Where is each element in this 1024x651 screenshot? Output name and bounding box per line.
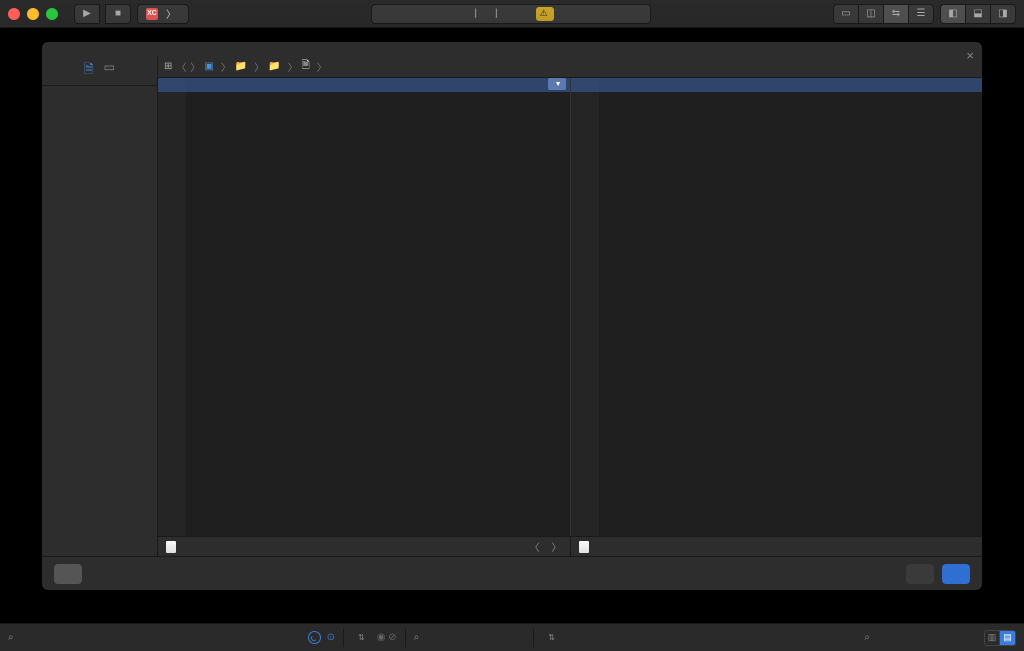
main-toolbar: ▶ ■ XC 〉 | | ⚠ ▭ ◫ ⇆ ☰ ◧ ⬓ ◨: [0, 0, 1024, 28]
cancel-button[interactable]: [54, 564, 82, 584]
toggle-inspector-button[interactable]: ◨: [990, 4, 1016, 24]
code-left[interactable]: [186, 78, 570, 536]
file-list: [42, 86, 157, 556]
sheet-backdrop: × 🗎 ▭ ⊞ 〈 〉 ▣ 〉 📁 〉 📁: [0, 28, 1024, 623]
toggle-navigator-button[interactable]: ◧: [940, 4, 966, 24]
debug-bar: ⌕ ⊙ ⇅ ◉ ⊘ ⌕ ⇅ ⌕ ▥ ▤: [0, 623, 1024, 651]
left-footer: 〈 〉: [158, 537, 570, 556]
sheet-title: [42, 42, 982, 56]
zoom-window-icon[interactable]: [46, 8, 58, 20]
previous-button[interactable]: [906, 564, 934, 584]
review-changes-sheet: × 🗎 ▭ ⊞ 〈 〉 ▣ 〉 📁 〉 📁: [42, 42, 982, 590]
sheet-footer: [42, 556, 982, 590]
run-button[interactable]: ▶: [74, 4, 100, 24]
standard-editor-button[interactable]: ▭: [833, 4, 859, 24]
right-pane: [570, 78, 983, 536]
right-filter-input[interactable]: [876, 632, 976, 643]
activity-view: | | ⚠: [195, 4, 827, 24]
code-right[interactable]: [599, 78, 983, 536]
related-items-icon[interactable]: ⊞: [164, 61, 172, 72]
sidebar-tabs: 🗎 ▭: [42, 56, 157, 86]
warning-badge[interactable]: ⚠: [536, 7, 554, 21]
filter-icon[interactable]: ⌕: [864, 632, 870, 643]
file-icon: [166, 541, 176, 553]
diff-stepper: 〈 〉: [530, 539, 562, 554]
forward-icon[interactable]: 〉: [190, 59, 200, 74]
filter-icon[interactable]: ⌕: [414, 632, 420, 643]
file-icon: [579, 541, 589, 553]
back-icon[interactable]: 〈: [176, 59, 186, 74]
flat-list-icon[interactable]: 🗎: [84, 60, 94, 81]
close-window-icon[interactable]: [8, 8, 20, 20]
left-pane: ▼: [158, 78, 570, 536]
status-pill[interactable]: | | ⚠: [371, 4, 651, 24]
save-button[interactable]: [942, 564, 970, 584]
minimize-window-icon[interactable]: [27, 8, 39, 20]
activity-ring-icon: [308, 631, 321, 644]
version-editor-button[interactable]: ⇆: [883, 4, 909, 24]
variables-pane-toggle[interactable]: ▥: [984, 630, 1000, 646]
prev-diff-icon[interactable]: 〈: [530, 539, 540, 554]
chevron-right-icon: 〉: [166, 6, 176, 21]
filter-icon[interactable]: ⌕: [8, 632, 14, 643]
stop-button[interactable]: ■: [105, 4, 131, 24]
variables-filter-input[interactable]: [20, 632, 120, 643]
editor-mode-segment: ▭ ◫ ⇆ ☰: [833, 4, 934, 24]
toggle-debug-button[interactable]: ⬓: [965, 4, 991, 24]
right-footer: [570, 537, 983, 556]
diff-panes: ▼: [158, 78, 982, 536]
line-gutter-left: [158, 78, 186, 536]
window-controls: [8, 8, 58, 20]
file-sidebar: 🗎 ▭: [42, 56, 158, 556]
panel-toggle-segment: ◧ ⬓ ◨: [940, 4, 1016, 24]
console-filter-input[interactable]: [425, 632, 525, 643]
jump-bar[interactable]: ⊞ 〈 〉 ▣ 〉 📁 〉 📁 〉 🗎 〉: [158, 56, 982, 78]
console-pane-toggle: ▥ ▤: [984, 630, 1016, 646]
line-gutter-right: [571, 78, 599, 536]
hierarchy-icon[interactable]: ▭: [104, 60, 115, 81]
diff-footer-bar: 〈 〉: [158, 536, 982, 556]
diff-count-badge[interactable]: ▼: [548, 78, 566, 90]
scheme-selector[interactable]: XC 〉: [137, 4, 189, 24]
diff-area: ⊞ 〈 〉 ▣ 〉 📁 〉 📁 〉 🗎 〉 ▼: [158, 56, 982, 556]
toolbar-right-group: ▭ ◫ ⇆ ☰ ◧ ⬓ ◨: [833, 4, 1016, 24]
review-editor-button[interactable]: ☰: [908, 4, 934, 24]
console-pane-toggle-on[interactable]: ▤: [1000, 630, 1016, 646]
assistant-editor-button[interactable]: ◫: [858, 4, 884, 24]
next-diff-icon[interactable]: 〉: [552, 539, 562, 554]
close-icon[interactable]: ×: [966, 48, 974, 63]
target-icon: XC: [146, 8, 158, 20]
